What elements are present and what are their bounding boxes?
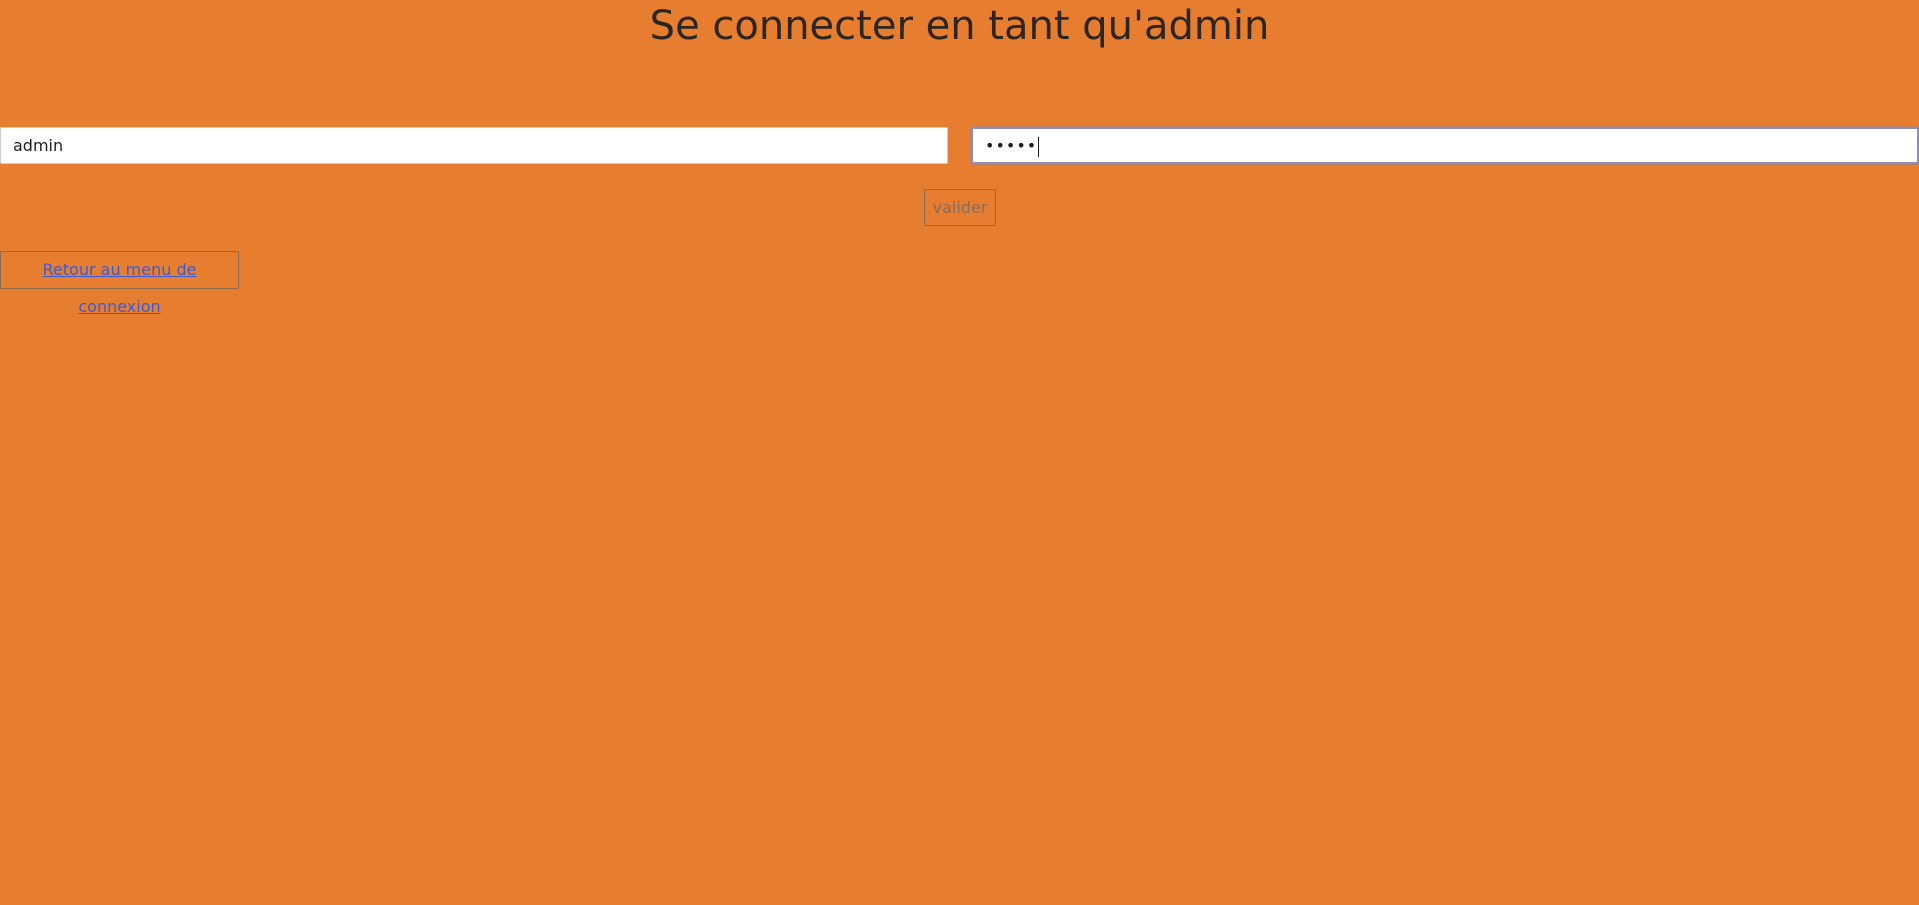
username-input[interactable]: admin [0,127,948,164]
back-link-container[interactable]: Retour au menu de connexion [0,251,239,316]
admin-login-page: Se connecter en tant qu'admin admin ••••… [0,0,1919,905]
page-title: Se connecter en tant qu'admin [649,3,1270,49]
username-value: admin [13,136,64,155]
text-caret [1038,136,1040,157]
password-masked-value: ••••• [985,136,1038,155]
submit-button[interactable]: valider [924,189,996,226]
back-to-login-menu-link[interactable]: Retour au menu de connexion [43,260,197,316]
password-input[interactable]: ••••• [971,127,1919,164]
